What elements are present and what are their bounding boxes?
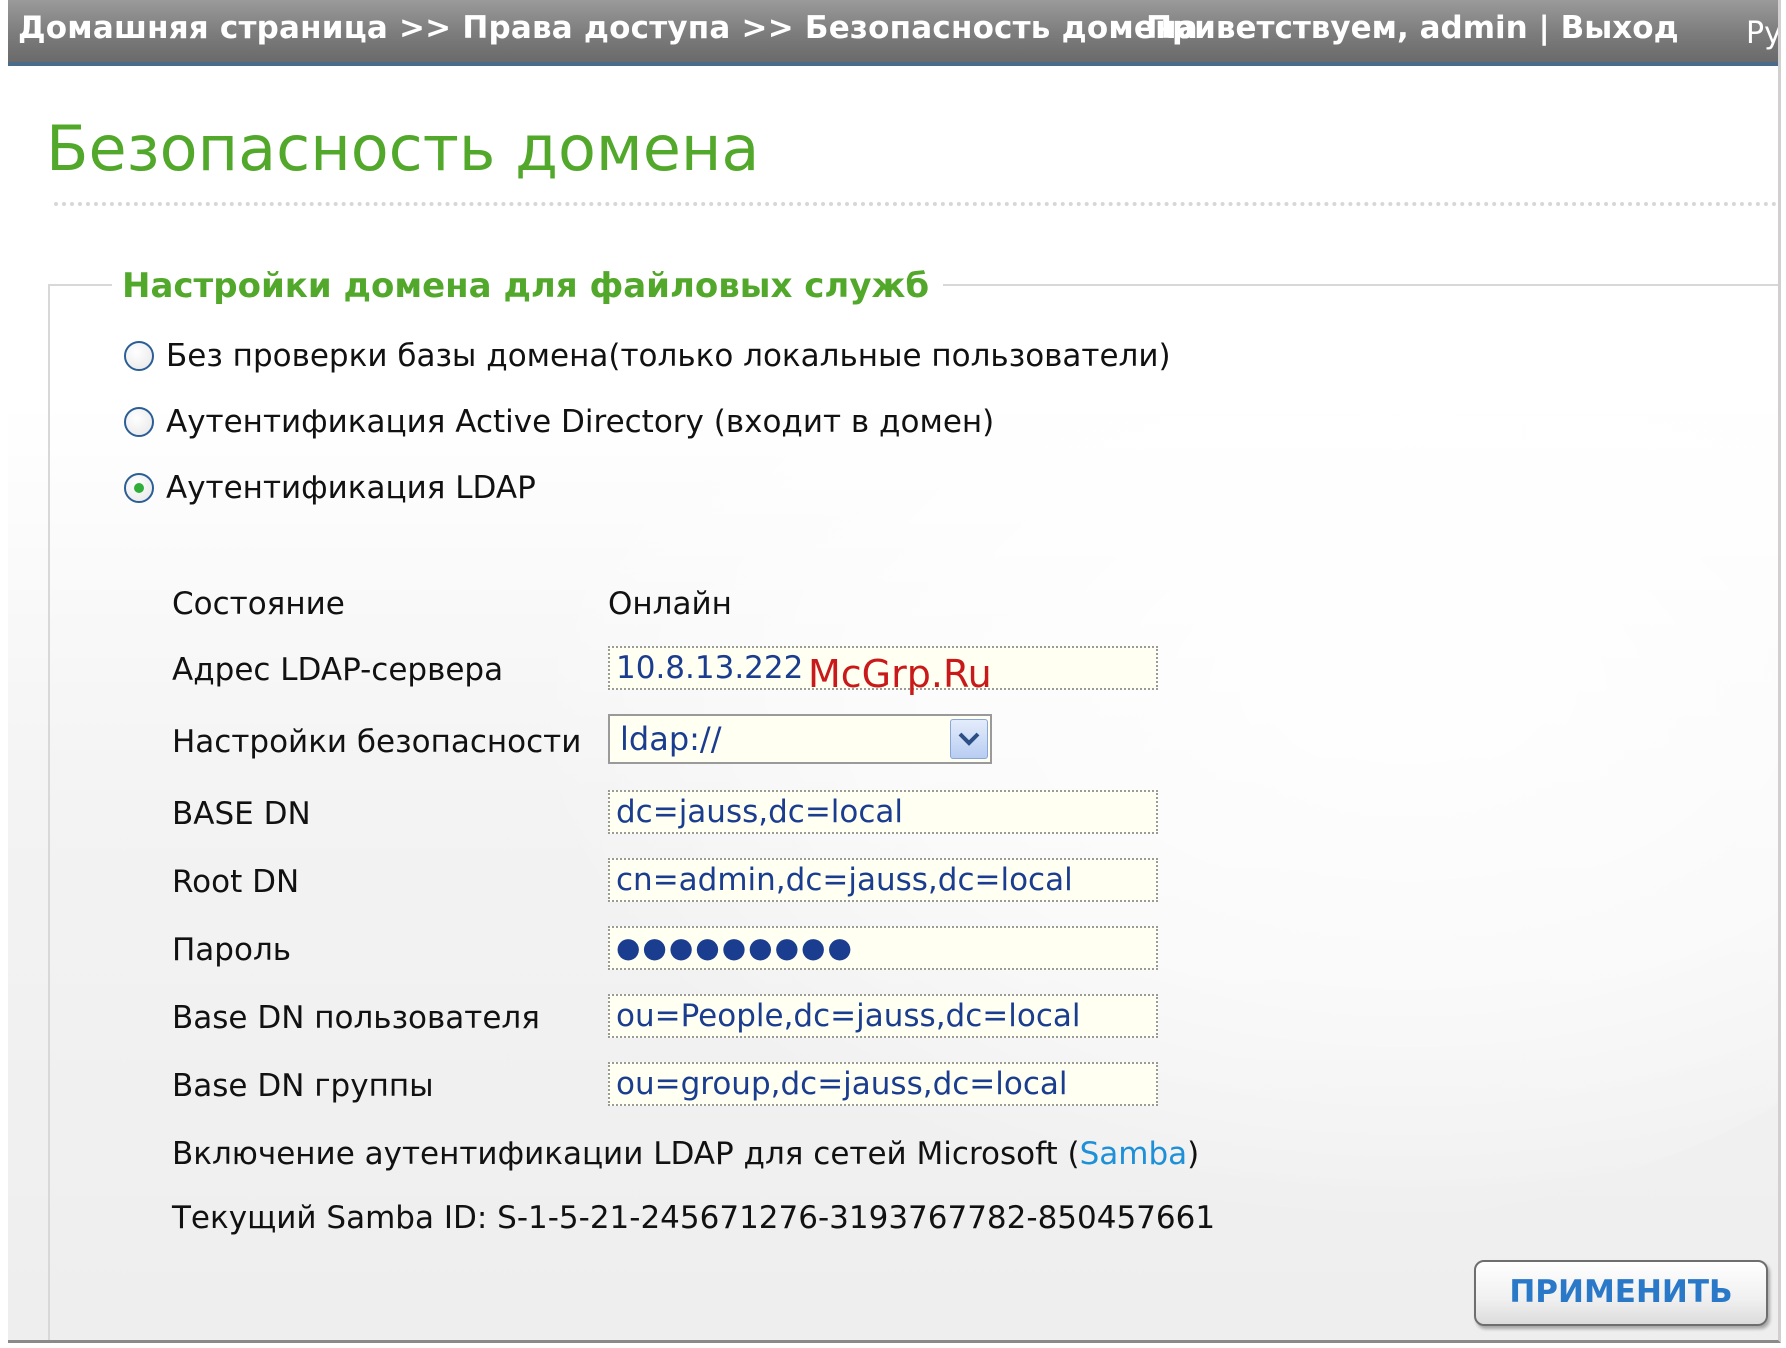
- base-dn-input[interactable]: dc=jauss,dc=local: [608, 790, 1158, 834]
- chevron-down-icon[interactable]: [950, 719, 988, 759]
- security-label: Настройки безопасности: [172, 724, 582, 760]
- password-label: Пароль: [172, 932, 292, 968]
- base-dn-label: BASE DN: [172, 796, 311, 832]
- breadcrumb[interactable]: Домашняя страница >> Права доступа >> Бе…: [18, 10, 1198, 46]
- root-dn-label: Root DN: [172, 864, 300, 900]
- top-bar: Домашняя страница >> Права доступа >> Бе…: [8, 0, 1778, 66]
- status-label: Состояние: [172, 586, 345, 622]
- samba-enable-prefix: Включение аутентификации LDAP для сетей …: [172, 1136, 1080, 1172]
- username: admin: [1419, 10, 1528, 46]
- welcome-text: Приветствуем,: [1146, 10, 1420, 46]
- section-legend: Настройки домена для файловых служб: [112, 266, 944, 306]
- radio-button[interactable]: [124, 407, 154, 437]
- separator: |: [1527, 10, 1561, 46]
- user-base-dn-input[interactable]: ou=People,dc=jauss,dc=local: [608, 994, 1158, 1038]
- watermark: McGrp.Ru: [808, 652, 992, 696]
- group-base-dn-input[interactable]: ou=group,dc=jauss,dc=local: [608, 1062, 1158, 1106]
- group-base-dn-label: Base DN группы: [172, 1068, 434, 1104]
- radio-label: Аутентификация Active Directory (входит …: [166, 404, 995, 440]
- radio-active-directory[interactable]: Аутентификация Active Directory (входит …: [124, 402, 994, 442]
- samba-link[interactable]: Samba: [1080, 1136, 1188, 1172]
- radio-label: Без проверки базы домена(только локальны…: [166, 338, 1171, 374]
- samba-id-text: Текущий Samba ID: S-1-5-21-245671276-319…: [172, 1200, 1216, 1236]
- logout-link[interactable]: Выход: [1561, 10, 1679, 46]
- status-value: Онлайн: [608, 586, 732, 622]
- radio-ldap[interactable]: Аутентификация LDAP: [124, 468, 536, 508]
- app-frame: Домашняя страница >> Права доступа >> Бе…: [8, 0, 1781, 1343]
- password-input[interactable]: ●●●●●●●●●: [608, 926, 1158, 970]
- server-label: Адрес LDAP-сервера: [172, 652, 504, 688]
- title-divider: [54, 202, 1778, 206]
- language-selector[interactable]: Ру: [1746, 16, 1778, 51]
- samba-enable-suffix: ): [1187, 1136, 1200, 1172]
- security-select-value: ldap://: [620, 720, 722, 758]
- user-base-dn-label: Base DN пользователя: [172, 1000, 540, 1036]
- page-title: Безопасность домена: [46, 112, 760, 185]
- security-select[interactable]: ldap://: [608, 714, 992, 764]
- radio-button[interactable]: [124, 341, 154, 371]
- radio-label: Аутентификация LDAP: [166, 470, 536, 506]
- root-dn-input[interactable]: cn=admin,dc=jauss,dc=local: [608, 858, 1158, 902]
- welcome-area: Приветствуем, admin | Выход: [1146, 10, 1679, 46]
- radio-button-checked[interactable]: [124, 473, 154, 503]
- samba-enable-text: Включение аутентификации LDAP для сетей …: [172, 1136, 1199, 1172]
- apply-button[interactable]: ПРИМЕНИТЬ: [1474, 1260, 1768, 1326]
- radio-local-users[interactable]: Без проверки базы домена(только локальны…: [124, 336, 1171, 376]
